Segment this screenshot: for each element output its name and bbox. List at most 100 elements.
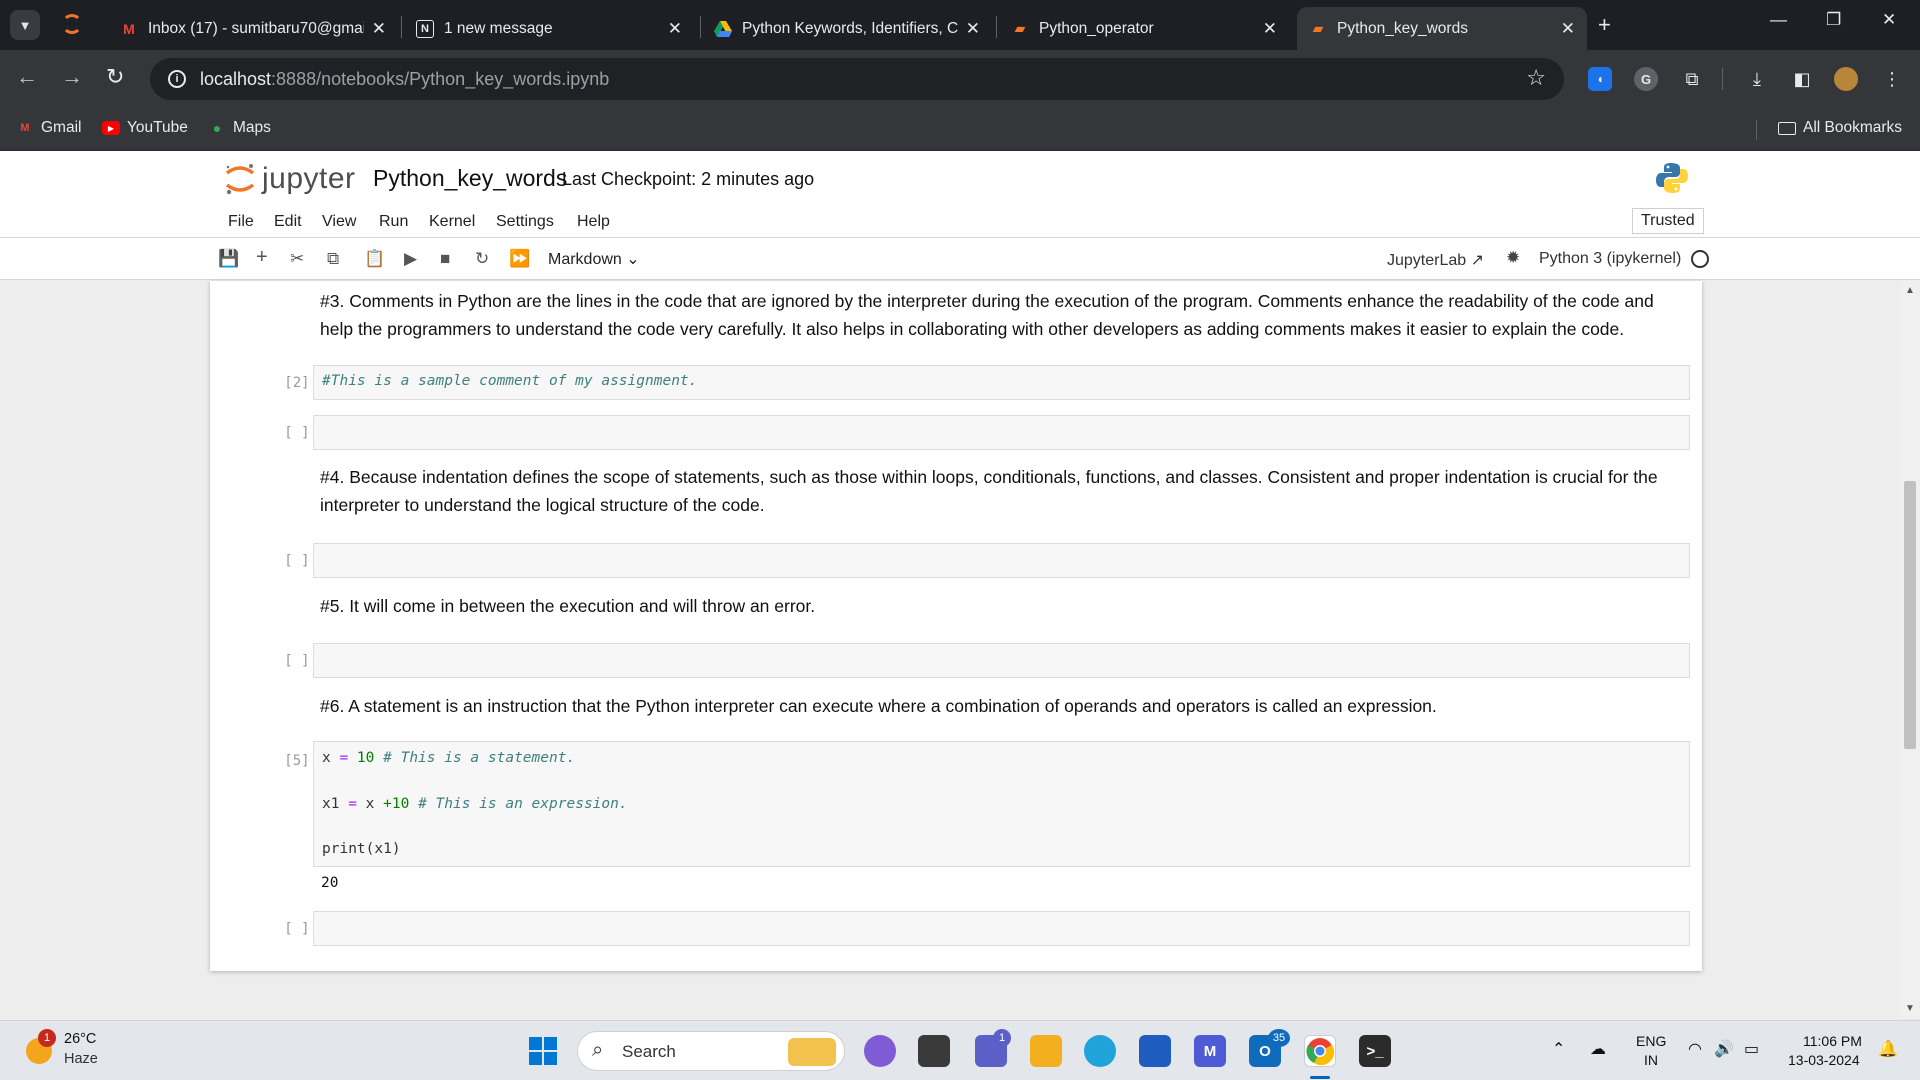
menu-settings[interactable]: Settings [496,213,554,231]
toolbar-divider [1722,68,1723,90]
markdown-cell[interactable]: #4. Because indentation defines the scop… [320,463,1680,519]
file-explorer-icon[interactable] [1030,1035,1062,1067]
volume-icon[interactable]: 🔊 [1714,1039,1734,1059]
more-menu-icon[interactable]: ⋮ [1880,67,1904,91]
notebook-scrollbar[interactable]: ▲ ▼ [1900,281,1920,1019]
tab-python-operator[interactable]: ▰ Python_operator ✕ [999,7,1289,50]
close-icon[interactable]: ✕ [966,19,980,39]
bookmark-youtube[interactable]: ▶ YouTube [102,119,188,137]
weather-badge: 1 [38,1029,56,1047]
bookmark-gmail[interactable]: M Gmail [16,119,81,137]
avatar[interactable] [1834,67,1858,91]
extensions-puzzle-icon[interactable]: ⧉ [1680,67,1704,91]
terminal-icon[interactable]: >_ [1359,1035,1391,1067]
tab-gmail[interactable]: M Inbox (17) - sumitbaru70@gmai ✕ [108,7,398,50]
close-icon[interactable]: ✕ [668,19,682,39]
menu-file[interactable]: File [228,213,254,231]
extension-icon[interactable]: ◖ [1588,67,1612,91]
markdown-cell[interactable]: #3. Comments in Python are the lines in … [320,287,1680,343]
markdown-cell[interactable]: #5. It will come in between the executio… [320,592,1680,620]
close-window-icon[interactable]: ✕ [1882,10,1896,30]
side-panel-icon[interactable]: ◧ [1790,67,1814,91]
notification-bell-icon[interactable]: 🔔 [1878,1039,1898,1059]
tab-python-keywords[interactable]: Python Keywords, Identifiers, Co ✕ [702,7,992,50]
menu-view[interactable]: View [322,213,356,231]
menu-run[interactable]: Run [379,213,408,231]
scroll-down-icon[interactable]: ▼ [1905,1003,1915,1014]
clock-time[interactable]: 11:06 PM [1803,1033,1862,1049]
close-icon[interactable]: ✕ [1561,19,1575,39]
markdown-cell[interactable]: #6. A statement is an instruction that t… [320,692,1680,720]
notebook-title[interactable]: Python_key_words [373,165,567,192]
code-cell[interactable]: x = 10 # This is a statement. x1 = x +10… [313,741,1690,867]
fast-forward-icon[interactable]: ⏩ [509,249,530,269]
all-bookmarks-button[interactable]: All Bookmarks [1778,119,1902,137]
jupyter-logo-icon [225,164,255,195]
bookmark-maps[interactable]: ● Maps [208,119,271,137]
search-label: Search [622,1042,676,1061]
menu-edit[interactable]: Edit [274,213,302,231]
grammarly-icon[interactable]: G [1634,67,1658,91]
jupyterlab-link[interactable]: JupyterLab ↗ [1387,250,1484,270]
bookmark-star-icon[interactable]: ☆ [1526,65,1546,91]
scroll-thumb[interactable] [1904,481,1916,749]
insert-cell-icon[interactable]: + [256,246,268,269]
cell-prompt: [2]: [284,375,318,391]
code-cell-empty[interactable] [313,911,1690,946]
app-icon[interactable]: M [1194,1035,1226,1067]
scroll-up-icon[interactable]: ▲ [1905,285,1915,296]
back-icon[interactable]: ← [16,64,38,90]
windows-taskbar: 1 26°C Haze ⌕ Search 1 M O 35 >_ ⌃ ☁ ENG… [0,1020,1920,1080]
close-icon[interactable]: ✕ [372,19,386,39]
tab-search-button[interactable]: ▼ [10,10,40,40]
restart-icon[interactable]: ↻ [475,249,489,269]
chrome-icon[interactable] [1304,1035,1336,1067]
tab-new-message[interactable]: N 1 new message ✕ [404,7,694,50]
weather-temperature[interactable]: 26°C [64,1031,96,1047]
run-icon[interactable]: ▶ [404,249,417,269]
code-cell-empty[interactable] [313,415,1690,450]
show-hidden-icons-icon[interactable]: ⌃ [1552,1039,1565,1059]
wifi-icon[interactable]: ◠ [1688,1039,1702,1059]
search-icon: ⌕ [592,1039,604,1061]
download-icon[interactable]: ⤓ [1745,67,1769,91]
cut-icon[interactable]: ✂ [290,249,304,269]
menu-help[interactable]: Help [577,213,610,231]
jupyter-logo[interactable]: jupyter [224,161,356,197]
code-cell[interactable]: #This is a sample comment of my assignme… [313,365,1690,400]
paste-icon[interactable]: 📋 [364,249,385,269]
close-icon[interactable]: ✕ [1263,19,1277,39]
tab-python-key-words[interactable]: ▰ Python_key_words ✕ [1297,7,1587,50]
trusted-indicator[interactable]: Trusted [1632,208,1704,234]
all-bookmarks-label: All Bookmarks [1803,119,1903,136]
new-tab-button[interactable]: + [1598,12,1611,38]
language-indicator[interactable]: ENG [1636,1033,1666,1049]
minimize-icon[interactable]: — [1770,10,1787,30]
code-cell-empty[interactable] [313,643,1690,678]
windows-start-icon[interactable] [529,1037,557,1065]
cell-type-select[interactable]: Markdown ⌄ [548,249,640,269]
stop-icon[interactable]: ■ [440,249,450,269]
battery-icon[interactable]: ▭ [1744,1039,1759,1059]
copy-icon[interactable]: ⧉ [327,249,339,269]
restore-icon[interactable]: ❐ [1826,10,1841,30]
clock-date[interactable]: 13-03-2024 [1788,1052,1860,1068]
jupyter-pinned-tab-icon[interactable] [62,14,82,34]
onedrive-icon[interactable]: ☁ [1590,1039,1606,1059]
address-bar[interactable]: i localhost:8888/notebooks/Python_key_wo… [150,58,1564,100]
youtube-icon: ▶ [102,121,120,135]
weather-condition[interactable]: Haze [64,1051,98,1067]
code-cell-empty[interactable] [313,543,1690,578]
taskbar-search[interactable]: ⌕ Search [577,1031,845,1071]
menu-kernel[interactable]: Kernel [429,213,475,231]
debugger-bug-icon[interactable]: ✹ [1506,248,1520,268]
site-info-icon[interactable]: i [168,70,186,88]
edge-icon[interactable] [1084,1035,1116,1067]
forward-icon[interactable]: → [61,64,83,90]
microsoft-store-icon[interactable] [1139,1035,1171,1067]
kernel-name[interactable]: Python 3 (ipykernel) [1539,250,1681,268]
save-icon[interactable]: 💾 [218,249,239,269]
copilot-icon[interactable] [864,1035,896,1067]
reload-icon[interactable]: ↻ [106,64,124,90]
task-view-icon[interactable] [918,1035,950,1067]
